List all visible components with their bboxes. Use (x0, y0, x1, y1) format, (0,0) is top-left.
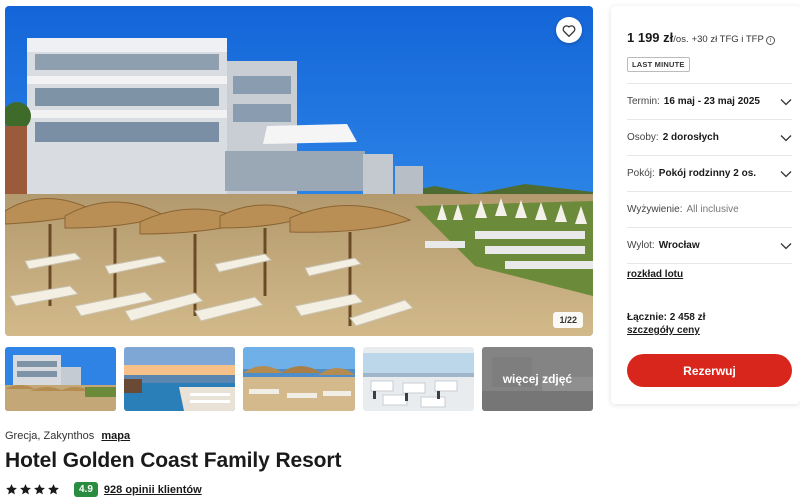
date-label: Termin: (627, 96, 660, 107)
board-value: All inclusive (686, 204, 739, 215)
last-minute-badge: LAST MINUTE (627, 57, 690, 72)
map-link[interactable]: mapa (101, 430, 130, 442)
photo-counter: 1/22 (553, 312, 583, 328)
more-photos-label: więcej zdjęć (481, 347, 594, 411)
option-row-room[interactable]: Pokój: Pokój rodzinny 2 os. (627, 156, 792, 192)
location: Grecja, Zakynthos mapa (5, 430, 130, 442)
thumbnail-restaurant[interactable] (362, 347, 474, 411)
info-icon[interactable]: i (765, 36, 775, 45)
price-unit: /os. (673, 34, 689, 45)
board-label: Wyżywienie: (627, 204, 683, 215)
flight-schedule-link[interactable]: rozkład lotu (627, 269, 683, 280)
thumbnail-beach-umbrellas[interactable] (243, 347, 355, 411)
star-icon (20, 484, 31, 495)
room-value: Pokój rodzinny 2 os. (658, 168, 757, 179)
price-details-link[interactable]: szczegóły ceny (627, 325, 700, 336)
price: 1 199 zł (627, 30, 674, 45)
chevron-down-icon (780, 170, 792, 177)
persons-value: 2 dorosłych (662, 132, 719, 143)
price-extra: +30 zł TFG i TFP (691, 34, 764, 45)
hotel-name: Hotel Golden Coast Family Resort (5, 449, 342, 472)
thumbnail-pool-sunset[interactable] (124, 347, 236, 411)
rating-score: 4.9 (74, 482, 98, 497)
option-row-board: Wyżywienie: All inclusive (627, 192, 792, 228)
heart-icon (562, 24, 576, 37)
thumbnail-hotel-exterior[interactable] (5, 347, 117, 411)
departure-label: Wylot: (627, 240, 655, 251)
hotel-beach-photo (5, 6, 593, 336)
chevron-down-icon (780, 98, 792, 105)
star-icon (34, 484, 45, 495)
persons-label: Osoby: (627, 132, 659, 143)
location-text: Grecja, Zakynthos (5, 430, 95, 442)
price-row: 1 199 zł /os. +30 zł TFG i TFP i (627, 30, 775, 45)
chevron-down-icon (780, 242, 792, 249)
reviews-link[interactable]: 928 opinii klientów (104, 484, 202, 496)
thumbnail-more-photos[interactable]: więcej zdjęć (481, 347, 594, 411)
main-photo[interactable]: 1/22 (5, 6, 593, 336)
hotel-stars (5, 483, 60, 496)
thumbnail-strip: więcej zdjęć (5, 347, 594, 411)
favorite-button[interactable] (556, 17, 582, 43)
booking-panel: 1 199 zł /os. +30 zł TFG i TFP i LAST MI… (611, 6, 800, 404)
total-price: Łącznie: 2 458 zł (627, 312, 706, 323)
departure-value: Wrocław (658, 240, 700, 251)
chevron-down-icon (780, 134, 792, 141)
option-row-date[interactable]: Termin: 16 maj - 23 maj 2025 (627, 84, 792, 120)
reserve-button[interactable]: Rezerwuj (627, 354, 792, 387)
room-label: Pokój: (627, 168, 655, 179)
option-row-persons[interactable]: Osoby: 2 dorosłych (627, 120, 792, 156)
date-value: 16 maj - 23 maj 2025 (663, 96, 760, 107)
rating-row: 4.9 928 opinii klientów (5, 482, 202, 497)
star-icon (48, 484, 59, 495)
star-icon (6, 484, 17, 495)
booking-options: Termin: 16 maj - 23 maj 2025 Osoby: 2 doro… (627, 83, 792, 264)
option-row-departure[interactable]: Wylot: Wrocław (627, 228, 792, 264)
